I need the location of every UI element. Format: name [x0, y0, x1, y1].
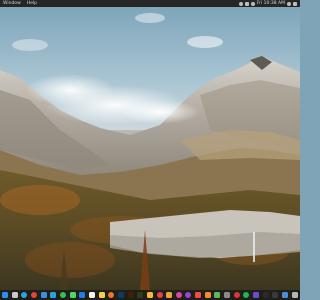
menu-window[interactable]: Window [0, 0, 24, 7]
photoshop-icon[interactable] [117, 292, 124, 298]
battery-icon[interactable] [244, 1, 249, 6]
activity-monitor-icon[interactable] [272, 292, 279, 298]
illustrator-icon[interactable] [127, 292, 134, 298]
vpn-icon[interactable] [253, 292, 260, 298]
spotify-icon[interactable] [243, 292, 250, 298]
app-store-icon[interactable] [79, 292, 86, 298]
books-icon[interactable] [204, 292, 211, 298]
whatsapp-icon[interactable] [59, 292, 66, 298]
volume-icon[interactable] [250, 1, 255, 6]
status-tray: Fri 10:38 AM [238, 0, 300, 7]
telegram-icon[interactable] [50, 292, 57, 298]
top-menu-bar: Window Help Fri 10:38 AM [0, 0, 300, 7]
music-icon[interactable] [156, 292, 163, 298]
mail-icon[interactable] [40, 292, 47, 298]
trash-icon[interactable] [291, 292, 298, 298]
no-entry-icon[interactable] [233, 292, 240, 298]
photos-icon[interactable] [166, 292, 173, 298]
dreamweaver-icon[interactable] [137, 292, 144, 298]
control-center-icon[interactable] [293, 1, 297, 6]
menu-help[interactable]: Help [24, 0, 40, 7]
downloads-icon[interactable] [282, 292, 289, 298]
desktop-wallpaper [0, 0, 300, 300]
firefox-icon[interactable] [108, 292, 115, 298]
launchpad-icon[interactable] [11, 292, 18, 298]
finder-icon[interactable] [2, 292, 8, 298]
dock [0, 290, 300, 300]
chrome-icon[interactable] [30, 292, 37, 298]
menubar-clock[interactable]: Fri 10:38 AM [257, 0, 285, 7]
notes-icon[interactable] [98, 292, 105, 298]
calendar-icon[interactable] [88, 292, 95, 298]
terminal-icon[interactable] [262, 292, 269, 298]
sketch-icon[interactable] [146, 292, 153, 298]
messages-icon[interactable] [69, 292, 76, 298]
news-icon[interactable] [195, 292, 202, 298]
search-icon[interactable] [287, 1, 291, 6]
safari-icon[interactable] [21, 292, 28, 298]
wifi-icon[interactable] [238, 1, 243, 6]
itunes-icon[interactable] [175, 292, 182, 298]
podcasts-icon[interactable] [185, 292, 192, 298]
settings-icon[interactable] [224, 292, 231, 298]
mountain-landscape-image [0, 0, 300, 290]
maps-icon[interactable] [214, 292, 221, 298]
